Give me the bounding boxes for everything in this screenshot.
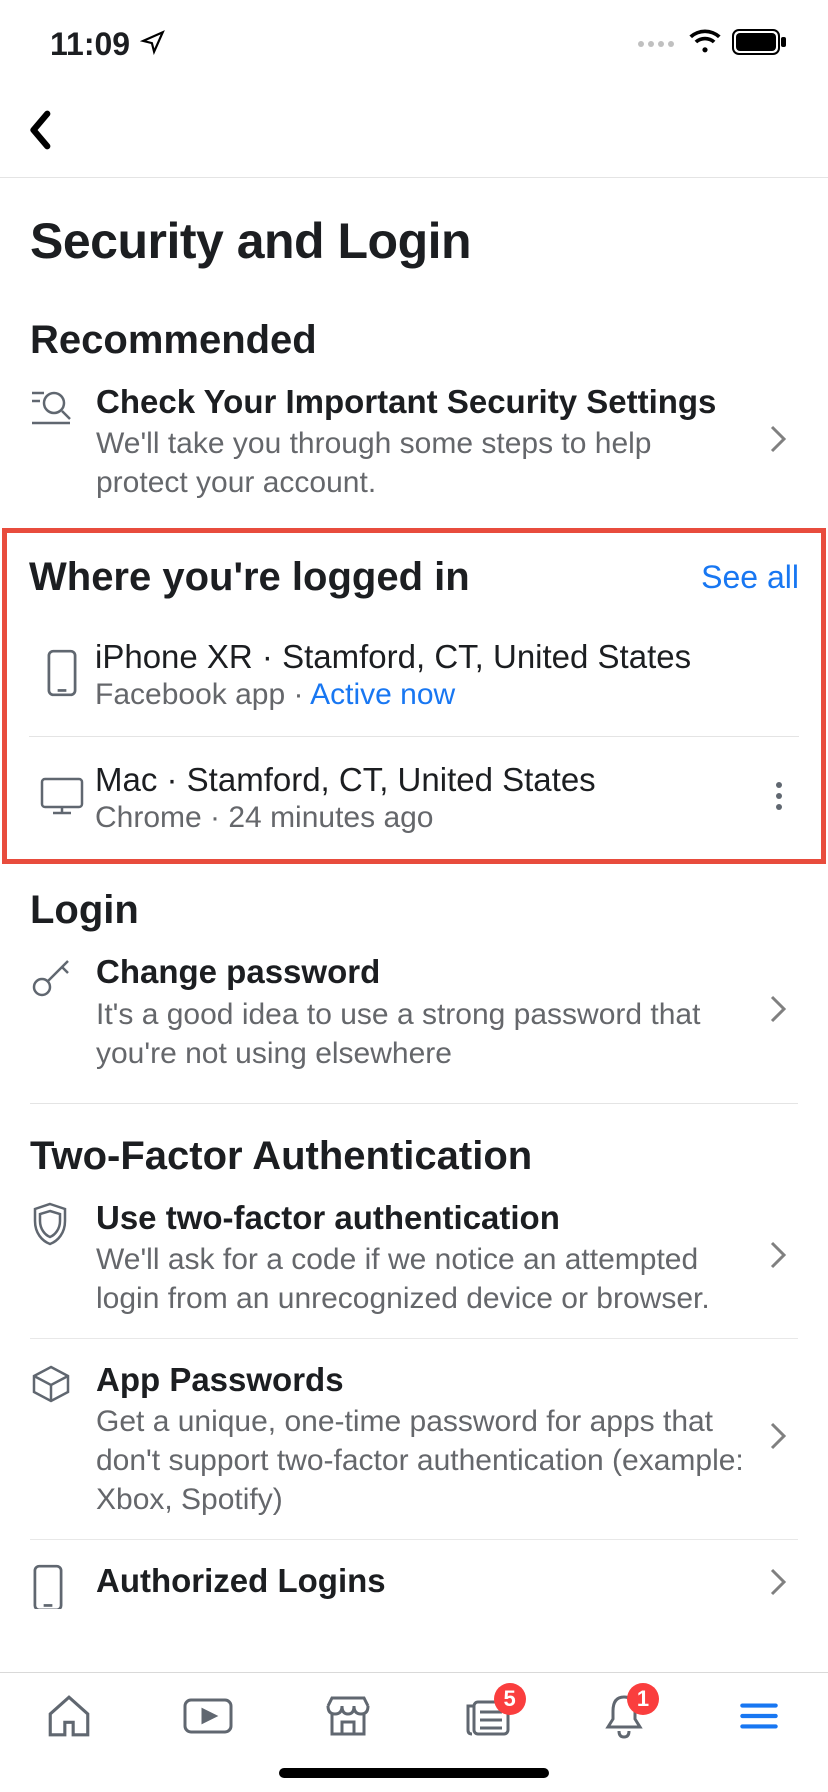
phone-icon [30,1564,66,1609]
row-change-password[interactable]: Change password It's a good idea to use … [30,947,798,1092]
shield-icon [30,1201,70,1252]
nav-menu[interactable] [734,1691,784,1746]
battery-icon [732,26,788,63]
wifi-icon [688,26,722,63]
news-badge: 5 [494,1683,526,1715]
row-subtitle: It's a good idea to use a strong passwor… [96,995,748,1073]
checklist-search-icon [30,385,74,434]
nav-home[interactable] [44,1691,94,1746]
nav-notifications[interactable]: 1 [601,1691,647,1746]
row-title: Change password [96,951,748,992]
phone-icon [44,649,80,702]
back-button[interactable] [26,110,56,155]
session-status: 24 minutes ago [228,801,433,834]
row-subtitle: Get a unique, one-time password for apps… [96,1402,748,1519]
session-title: Mac · Stamford, CT, United States [95,761,759,799]
home-indicator[interactable] [279,1768,549,1778]
row-authorized-logins[interactable]: Authorized Logins Review a list of devic… [30,1539,798,1609]
where-logged-in-highlight: Where you're logged in See all iPhone XR… [2,528,826,864]
chevron-right-icon [768,993,788,1030]
chevron-right-icon [768,1239,788,1276]
section-heading-where-logged-in: Where you're logged in [29,555,470,600]
session-title: iPhone XR · Stamford, CT, United States [95,638,799,676]
notif-badge: 1 [627,1683,659,1715]
chevron-right-icon [768,423,788,460]
section-heading-two-factor: Two-Factor Authentication [30,1104,798,1193]
desktop-icon [39,775,85,822]
chevron-right-icon [768,1420,788,1457]
session-app: Chrome · [95,801,228,834]
row-use-two-factor[interactable]: Use two-factor authentication We'll ask … [30,1193,798,1338]
row-subtitle: Review a list of devices where you won't… [96,1603,748,1609]
status-time: 11:09 [50,26,130,63]
row-title: Authorized Logins [96,1560,748,1601]
row-title: App Passwords [96,1359,748,1400]
nav-watch[interactable] [181,1691,235,1746]
row-subtitle: We'll take you through some steps to hel… [96,424,748,502]
box-icon [30,1363,72,1410]
key-icon [30,955,74,1004]
section-heading-recommended: Recommended [30,288,798,377]
nav-news[interactable]: 5 [462,1691,514,1746]
cell-signal-icon [638,41,674,47]
header-bar [0,88,828,178]
row-check-security-settings[interactable]: Check Your Important Security Settings W… [30,377,798,522]
session-row-iphone[interactable]: iPhone XR · Stamford, CT, United States … [29,614,799,737]
page-title: Security and Login [30,178,798,288]
row-title: Use two-factor authentication [96,1197,748,1238]
status-bar: 11:09 [0,0,828,88]
row-app-passwords[interactable]: App Passwords Get a unique, one-time pas… [30,1338,798,1539]
nav-marketplace[interactable] [322,1691,374,1746]
session-status: Active now [310,678,455,711]
session-app: Facebook app · [95,678,310,711]
section-heading-login: Login [30,864,798,947]
chevron-right-icon [768,1566,788,1603]
session-row-mac[interactable]: Mac · Stamford, CT, United States Chrome… [29,737,799,859]
location-arrow-icon [140,26,166,63]
see-all-link[interactable]: See all [701,559,799,596]
row-title: Check Your Important Security Settings [96,381,748,422]
more-vert-icon[interactable] [775,781,783,816]
row-subtitle: We'll ask for a code if we notice an att… [96,1240,748,1318]
